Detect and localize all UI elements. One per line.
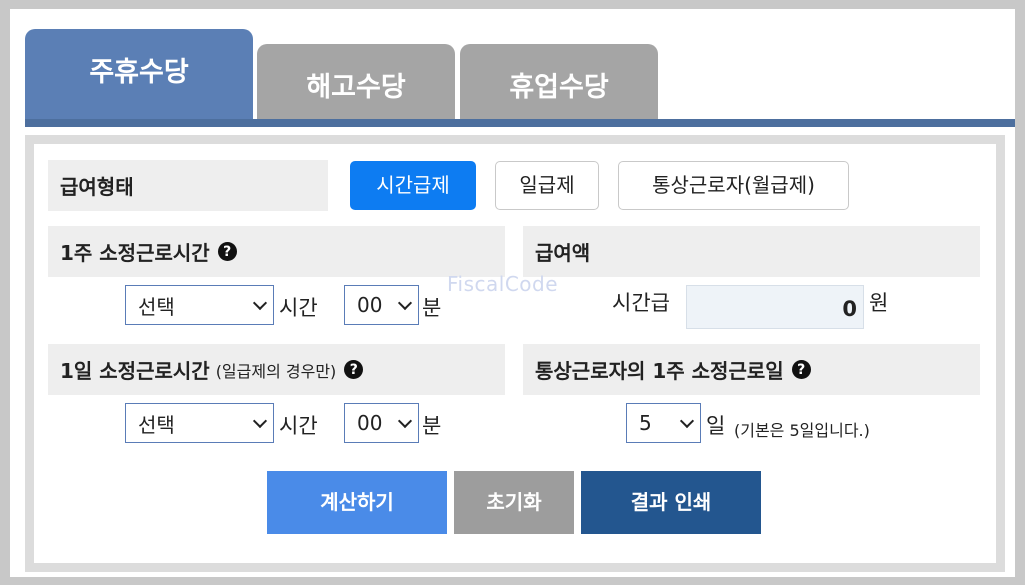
tab-weekly-holiday-allowance[interactable]: 주휴수당 (25, 29, 253, 119)
tab-underline (25, 119, 1015, 127)
pay-type-hourly-button[interactable]: 시간급제 (350, 161, 476, 210)
chevron-down-icon (397, 295, 413, 311)
tab-suspension-allowance[interactable]: 휴업수당 (460, 44, 658, 119)
work-days-note: (기본은 5일입니다.) (734, 421, 870, 440)
work-days-unit: 일 (706, 414, 726, 438)
chevron-down-icon (252, 413, 268, 429)
weekly-hours-minute-unit: 분 (422, 296, 442, 320)
calculate-button[interactable]: 계산하기 (267, 471, 447, 534)
daily-hours-minute-select[interactable]: 00 (344, 403, 419, 443)
daily-hours-hour-value: 선택 (138, 412, 175, 437)
weekly-hours-help-icon[interactable]: ? (217, 242, 237, 261)
weekly-hours-hour-unit: 시간 (279, 296, 318, 320)
daily-hours-label-text: 1일 소정근로시간 (60, 359, 210, 383)
weekly-hours-minute-value: 00 (357, 293, 383, 317)
wage-unit: 원 (869, 291, 889, 315)
tab-dismissal-allowance[interactable]: 해고수당 (257, 44, 455, 119)
work-days-label-text: 통상근로자의 1주 소정근로일 (535, 359, 784, 383)
daily-hours-minute-unit: 분 (422, 414, 442, 438)
print-result-button[interactable]: 결과 인쇄 (581, 471, 761, 534)
wage-label: 급여액 (523, 226, 980, 277)
wage-field-label: 시간급 (612, 291, 670, 315)
daily-hours-hour-unit: 시간 (279, 414, 318, 438)
wage-label-text: 급여액 (535, 241, 591, 265)
weekly-hours-label: 1주 소정근로시간 ? (48, 226, 505, 277)
weekly-hours-hour-value: 선택 (138, 294, 175, 319)
work-days-value: 5 (639, 411, 652, 435)
wage-value: 0 (842, 297, 857, 321)
chevron-down-icon (679, 413, 695, 429)
work-days-label: 통상근로자의 1주 소정근로일 ? (523, 344, 980, 395)
weekly-hours-hour-select[interactable]: 선택 (125, 285, 274, 325)
weekly-hours-label-text: 1주 소정근로시간 (60, 241, 210, 265)
daily-hours-minute-value: 00 (357, 411, 383, 435)
daily-hours-help-icon[interactable]: ? (344, 360, 364, 379)
weekly-hours-minute-select[interactable]: 00 (344, 285, 419, 325)
chevron-down-icon (252, 295, 268, 311)
pay-type-label: 급여형태 (48, 160, 328, 211)
daily-hours-note: (일급제의 경우만) (215, 361, 337, 381)
daily-hours-hour-select[interactable]: 선택 (125, 403, 274, 443)
pay-type-label-text: 급여형태 (60, 175, 134, 199)
pay-type-monthly-button[interactable]: 통상근로자(월급제) (618, 161, 849, 210)
pay-type-daily-button[interactable]: 일급제 (495, 161, 599, 210)
daily-hours-label: 1일 소정근로시간 (일급제의 경우만) ? (48, 344, 505, 395)
chevron-down-icon (397, 413, 413, 429)
wage-input[interactable]: 0 (686, 285, 864, 329)
work-days-select[interactable]: 5 (626, 403, 701, 443)
watermark-text: FiscalCode (447, 272, 559, 296)
reset-button[interactable]: 초기화 (454, 471, 574, 534)
work-days-help-icon[interactable]: ? (791, 360, 811, 379)
